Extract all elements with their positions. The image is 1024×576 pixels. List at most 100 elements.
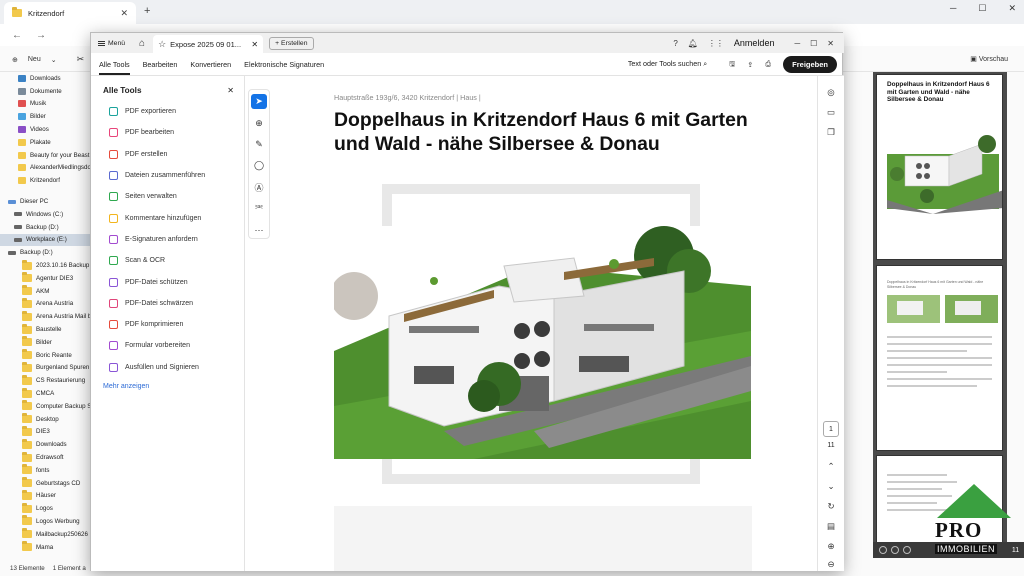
cut-icon[interactable]: ✂ bbox=[77, 54, 85, 65]
share-button[interactable]: Freigeben bbox=[783, 55, 837, 73]
nav-folder[interactable]: Edrawsoft bbox=[0, 451, 92, 464]
nav-folder[interactable]: Logos Werbung bbox=[0, 515, 92, 528]
apps-icon[interactable]: ⋮⋮ bbox=[708, 39, 724, 48]
close-panel-icon[interactable]: ✕ bbox=[227, 86, 234, 95]
tool-item[interactable]: PDF komprimieren bbox=[91, 314, 244, 335]
tool-item[interactable]: Formular vorbereiten bbox=[91, 335, 244, 356]
create-button[interactable]: + Erstellen bbox=[269, 36, 314, 50]
nav-item[interactable]: Musik bbox=[0, 98, 92, 111]
tool-item[interactable]: Scan & OCR bbox=[91, 250, 244, 271]
lasso-icon[interactable]: ◯ bbox=[251, 158, 267, 173]
pages-icon[interactable]: ❐ bbox=[825, 126, 837, 138]
zoom-out-icon[interactable]: ⊖ bbox=[825, 558, 837, 570]
nav-drive[interactable]: Backup (D:) bbox=[0, 246, 92, 259]
nav-drive[interactable]: Windows (C:) bbox=[0, 208, 92, 221]
tab-esign[interactable]: Elektronische Signaturen bbox=[244, 60, 324, 69]
nav-folder[interactable]: Häuser bbox=[0, 489, 92, 503]
nav-folder[interactable]: Bilder bbox=[0, 336, 92, 349]
tab-convert[interactable]: Konvertieren bbox=[190, 60, 231, 69]
tool-item[interactable]: PDF erstellen bbox=[91, 144, 244, 165]
stamp-icon[interactable]: ⎃ bbox=[251, 201, 267, 216]
upload-icon[interactable]: ⇪ bbox=[747, 60, 753, 69]
tool-item[interactable]: Dateien zusammenführen bbox=[91, 165, 244, 186]
zoom-tool-icon[interactable]: ⊕ bbox=[251, 115, 267, 130]
nav-drive[interactable]: Backup (D:) bbox=[0, 221, 92, 234]
zoom-in-icon[interactable] bbox=[891, 546, 899, 554]
nav-item[interactable]: AlexanderMiedlingsdo bbox=[0, 162, 92, 175]
nav-item[interactable]: Videos bbox=[0, 123, 92, 136]
zoom-out-icon[interactable] bbox=[879, 546, 887, 554]
chevron-down-icon[interactable]: ⌄ bbox=[825, 480, 837, 492]
nav-folder[interactable]: CMCA bbox=[0, 387, 92, 400]
tab-edit[interactable]: Bearbeiten bbox=[143, 60, 178, 69]
nav-folder[interactable]: AKM bbox=[0, 285, 92, 298]
minimize-icon[interactable]: ─ bbox=[794, 39, 800, 48]
nav-item[interactable]: Kritzendorf bbox=[0, 174, 92, 187]
nav-folder[interactable]: Arena Austria Mail b bbox=[0, 310, 92, 323]
chevron-up-icon[interactable]: ⌃ bbox=[825, 460, 837, 472]
nav-folder[interactable]: Arena Austria bbox=[0, 297, 92, 311]
nav-folder[interactable]: Downloads bbox=[0, 438, 92, 451]
more-icon[interactable]: ⋯ bbox=[251, 223, 267, 238]
nav-folder[interactable]: Computer Backup S bbox=[0, 400, 92, 413]
bookmark-icon[interactable]: ▭ bbox=[825, 106, 837, 118]
back-icon[interactable]: ← bbox=[12, 30, 22, 41]
pen-icon[interactable]: ✎ bbox=[251, 137, 267, 152]
current-page-input[interactable]: 1 bbox=[823, 421, 839, 437]
nav-folder[interactable]: Boric Reante bbox=[0, 349, 92, 362]
save-icon[interactable]: 🖫︎ bbox=[729, 58, 735, 71]
fit-page-icon[interactable]: ▤ bbox=[825, 520, 837, 532]
tool-item[interactable]: PDF-Datei schützen bbox=[91, 271, 244, 292]
nav-drive[interactable]: Dieser PC bbox=[0, 195, 92, 208]
rotate-icon[interactable]: ↻ bbox=[825, 500, 837, 512]
nav-drive[interactable]: Workplace (E:) bbox=[0, 233, 92, 247]
select-tool-icon[interactable]: ➤ bbox=[251, 94, 267, 110]
nav-folder[interactable]: Logos bbox=[0, 502, 92, 515]
nav-folder[interactable]: Mama bbox=[0, 541, 92, 554]
maximize-icon[interactable]: ☐ bbox=[978, 3, 986, 14]
close-icon[interactable]: ✕ bbox=[1008, 3, 1016, 14]
nav-item[interactable]: Beauty for your Beast bbox=[0, 149, 92, 162]
login-button[interactable]: Anmelden bbox=[734, 38, 775, 48]
help-icon[interactable]: ? bbox=[673, 39, 677, 48]
tool-item[interactable]: Kommentare hinzufügen bbox=[91, 207, 244, 228]
star-icon[interactable]: ☆ bbox=[158, 39, 166, 50]
nav-folder[interactable]: Mailbackup250626 bbox=[0, 528, 92, 541]
nav-folder[interactable]: Baustelle bbox=[0, 323, 92, 336]
tool-item[interactable]: PDF exportieren bbox=[91, 101, 244, 122]
nav-folder[interactable]: Desktop bbox=[0, 413, 92, 426]
tool-item[interactable]: Ausfüllen und Signieren bbox=[91, 357, 244, 378]
nav-folder[interactable]: 2023.10.16 Backup bbox=[0, 259, 92, 272]
nav-folder[interactable]: fonts bbox=[0, 464, 92, 477]
tool-item[interactable]: Seiten verwalten bbox=[91, 186, 244, 207]
new-button[interactable]: Neu bbox=[28, 56, 41, 63]
home-icon[interactable]: ⌂ bbox=[139, 38, 145, 49]
print-icon[interactable]: ⎙ bbox=[765, 59, 771, 69]
close-icon[interactable]: ✕ bbox=[827, 39, 834, 48]
more-tools-link[interactable]: Mehr anzeigen bbox=[91, 378, 244, 390]
maximize-icon[interactable]: ☐ bbox=[810, 39, 817, 48]
nav-item[interactable]: Downloads bbox=[0, 72, 92, 85]
tool-item[interactable]: PDF bearbeiten bbox=[91, 122, 244, 143]
menu-button[interactable]: Menü bbox=[91, 40, 125, 47]
nav-item[interactable]: Dokumente bbox=[0, 85, 92, 98]
close-doc-icon[interactable]: ✕ bbox=[251, 40, 258, 49]
nav-folder[interactable]: Geburtstags CD bbox=[0, 477, 92, 490]
comment-icon[interactable]: ◎ bbox=[825, 86, 837, 98]
new-dropdown-icon[interactable]: ⌄ bbox=[51, 56, 57, 64]
close-tab-icon[interactable]: ✕ bbox=[120, 8, 128, 19]
text-box-icon[interactable]: Ⓐ bbox=[251, 180, 267, 195]
search-tools[interactable]: Text oder Tools suchen ⌕ bbox=[628, 59, 707, 69]
explorer-tab[interactable]: Kritzendorf ✕ bbox=[4, 2, 136, 24]
nav-folder[interactable]: CS Restaurierung bbox=[0, 374, 92, 387]
zoom-in-icon[interactable]: ⊕ bbox=[825, 540, 837, 552]
rotate-icon[interactable] bbox=[903, 546, 911, 554]
notification-icon[interactable]: 🔔︎ bbox=[688, 39, 698, 48]
nav-item[interactable]: Plakate bbox=[0, 136, 92, 149]
nav-folder[interactable]: DIE3 bbox=[0, 425, 92, 439]
new-tab-button[interactable]: + bbox=[144, 5, 150, 17]
nav-folder[interactable]: Burgenland Spuren bbox=[0, 361, 92, 375]
nav-item[interactable]: Bilder bbox=[0, 110, 92, 123]
tool-item[interactable]: E-Signaturen anfordern bbox=[91, 229, 244, 250]
minimize-icon[interactable]: ─ bbox=[950, 3, 956, 14]
